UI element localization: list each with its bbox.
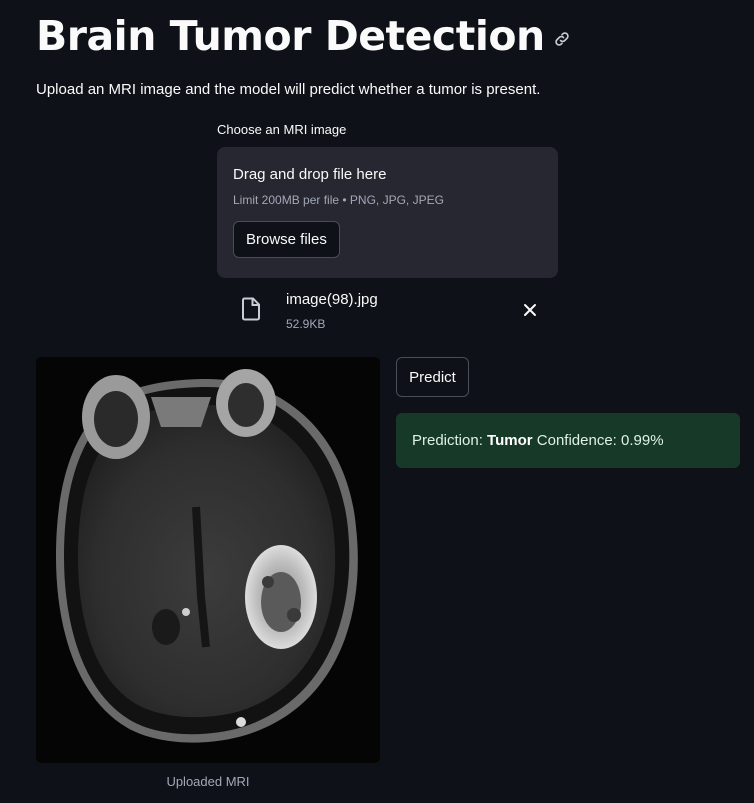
- uploader-label: Choose an MRI image: [217, 122, 347, 137]
- predict-button[interactable]: Predict: [396, 357, 469, 397]
- prediction-result: Prediction: Tumor Confidence: 0.99%: [396, 413, 740, 468]
- page-title: Brain Tumor Detection: [36, 12, 545, 60]
- file-limit-text: Limit 200MB per file • PNG, JPG, JPEG: [233, 193, 444, 207]
- file-name: image(98).jpg: [286, 291, 378, 308]
- prediction-prefix: Prediction:: [412, 432, 488, 449]
- browse-files-button[interactable]: Browse files: [233, 221, 340, 258]
- intro-text: Upload an MRI image and the model will p…: [36, 81, 541, 98]
- image-caption: Uploaded MRI: [166, 774, 250, 789]
- file-icon: [240, 297, 262, 321]
- mri-image: [36, 357, 380, 763]
- file-size: 52.9KB: [286, 317, 326, 331]
- uploaded-file-item: image(98).jpg 52.9KB: [240, 290, 558, 334]
- file-uploader: Choose an MRI image Drag and drop file h…: [217, 122, 558, 278]
- app-page: Brain Tumor Detection Upload an MRI imag…: [0, 0, 754, 803]
- drop-title: Drag and drop file here: [233, 166, 387, 183]
- link-icon[interactable]: [553, 30, 571, 48]
- dropzone[interactable]: Drag and drop file here Limit 200MB per …: [217, 147, 558, 278]
- close-icon[interactable]: [522, 302, 538, 318]
- prediction-label: Tumor: [487, 432, 533, 449]
- header: Brain Tumor Detection: [36, 10, 571, 62]
- confidence-text: Confidence: 0.99%: [532, 432, 664, 449]
